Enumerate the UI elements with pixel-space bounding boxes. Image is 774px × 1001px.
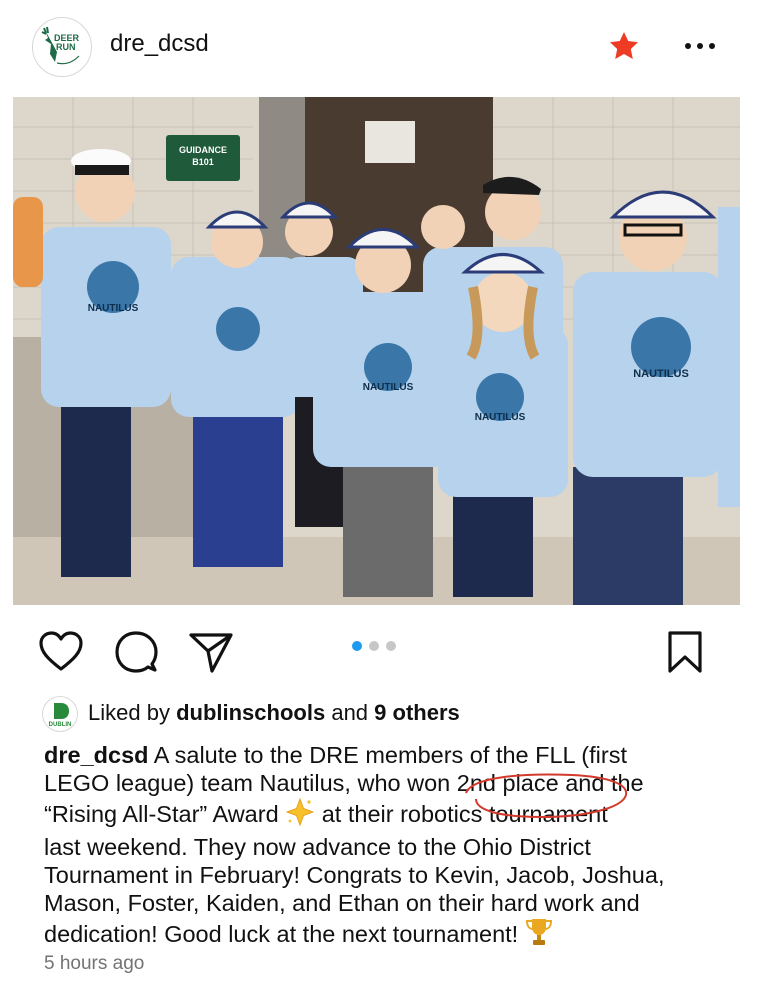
liked-by-middle: and bbox=[331, 700, 369, 725]
caption-line-5: Tournament in February! Congrats to Kevi… bbox=[44, 862, 665, 888]
comment-bubble-icon[interactable] bbox=[114, 630, 158, 679]
post-caption: dre_dcsd A salute to the DRE members of … bbox=[44, 741, 734, 953]
post-timestamp: 5 hours ago bbox=[44, 953, 145, 974]
caption-line-3: “Rising All-Star” Award at their robotic… bbox=[44, 797, 734, 833]
post-actions bbox=[0, 618, 774, 688]
bookmark-save-icon[interactable] bbox=[666, 630, 704, 679]
svg-text:DUBLIN: DUBLIN bbox=[49, 722, 72, 728]
carousel-indicator bbox=[352, 640, 396, 652]
caption-line-4: last weekend. They now advance to the Oh… bbox=[44, 834, 591, 860]
deer-run-logo: DEER RUN bbox=[35, 20, 89, 74]
svg-text:NAUTILUS: NAUTILUS bbox=[363, 382, 414, 393]
svg-text:RUN: RUN bbox=[56, 42, 76, 52]
caption-line-2: LEGO league) team Nautilus, who won 2nd … bbox=[44, 769, 734, 819]
svg-text:GUIDANCE: GUIDANCE bbox=[179, 145, 227, 155]
like-heart-icon[interactable] bbox=[38, 630, 84, 677]
carousel-dot bbox=[369, 641, 379, 651]
svg-text:NAUTILUS: NAUTILUS bbox=[475, 412, 526, 423]
star-sparkle-emoji-icon bbox=[285, 797, 315, 833]
svg-text:B101: B101 bbox=[192, 157, 214, 167]
caption-line-6: Mason, Foster, Kaiden, and Ethan on thei… bbox=[44, 890, 640, 916]
team-photo-illustration: GUIDANCE B101 NAUTILUS NAUTILUS NAUTILUS… bbox=[13, 97, 740, 605]
profile-avatar[interactable]: DEER RUN bbox=[32, 17, 92, 77]
post-header: DEER RUN dre_dcsd bbox=[0, 0, 774, 96]
star-icon[interactable] bbox=[608, 30, 640, 62]
liked-by-row: DUBLIN Liked by dublinschools and 9 othe… bbox=[42, 694, 742, 734]
svg-text:NAUTILUS: NAUTILUS bbox=[633, 368, 689, 380]
share-send-icon[interactable] bbox=[188, 630, 234, 679]
liked-by-account[interactable]: dublinschools bbox=[176, 700, 325, 725]
liked-by-text[interactable]: Liked by dublinschools and 9 others bbox=[88, 700, 460, 726]
more-options-icon[interactable] bbox=[682, 34, 718, 58]
carousel-dot-active bbox=[352, 641, 362, 651]
caption-username[interactable]: dre_dcsd bbox=[44, 742, 149, 768]
username[interactable]: dre_dcsd bbox=[110, 30, 209, 58]
svg-text:NAUTILUS: NAUTILUS bbox=[88, 303, 139, 314]
carousel-dot bbox=[386, 641, 396, 651]
caption-line-7: dedication! Good luck at the next tourna… bbox=[44, 917, 734, 953]
liked-by-prefix: Liked by bbox=[88, 700, 170, 725]
post-photo[interactable]: GUIDANCE B101 NAUTILUS NAUTILUS NAUTILUS… bbox=[13, 97, 740, 605]
dublinschools-avatar[interactable]: DUBLIN bbox=[42, 696, 78, 732]
caption-line-1: dre_dcsd A salute to the DRE members of … bbox=[44, 742, 627, 768]
trophy-emoji-icon bbox=[525, 917, 553, 953]
liked-by-others[interactable]: 9 others bbox=[374, 700, 460, 725]
